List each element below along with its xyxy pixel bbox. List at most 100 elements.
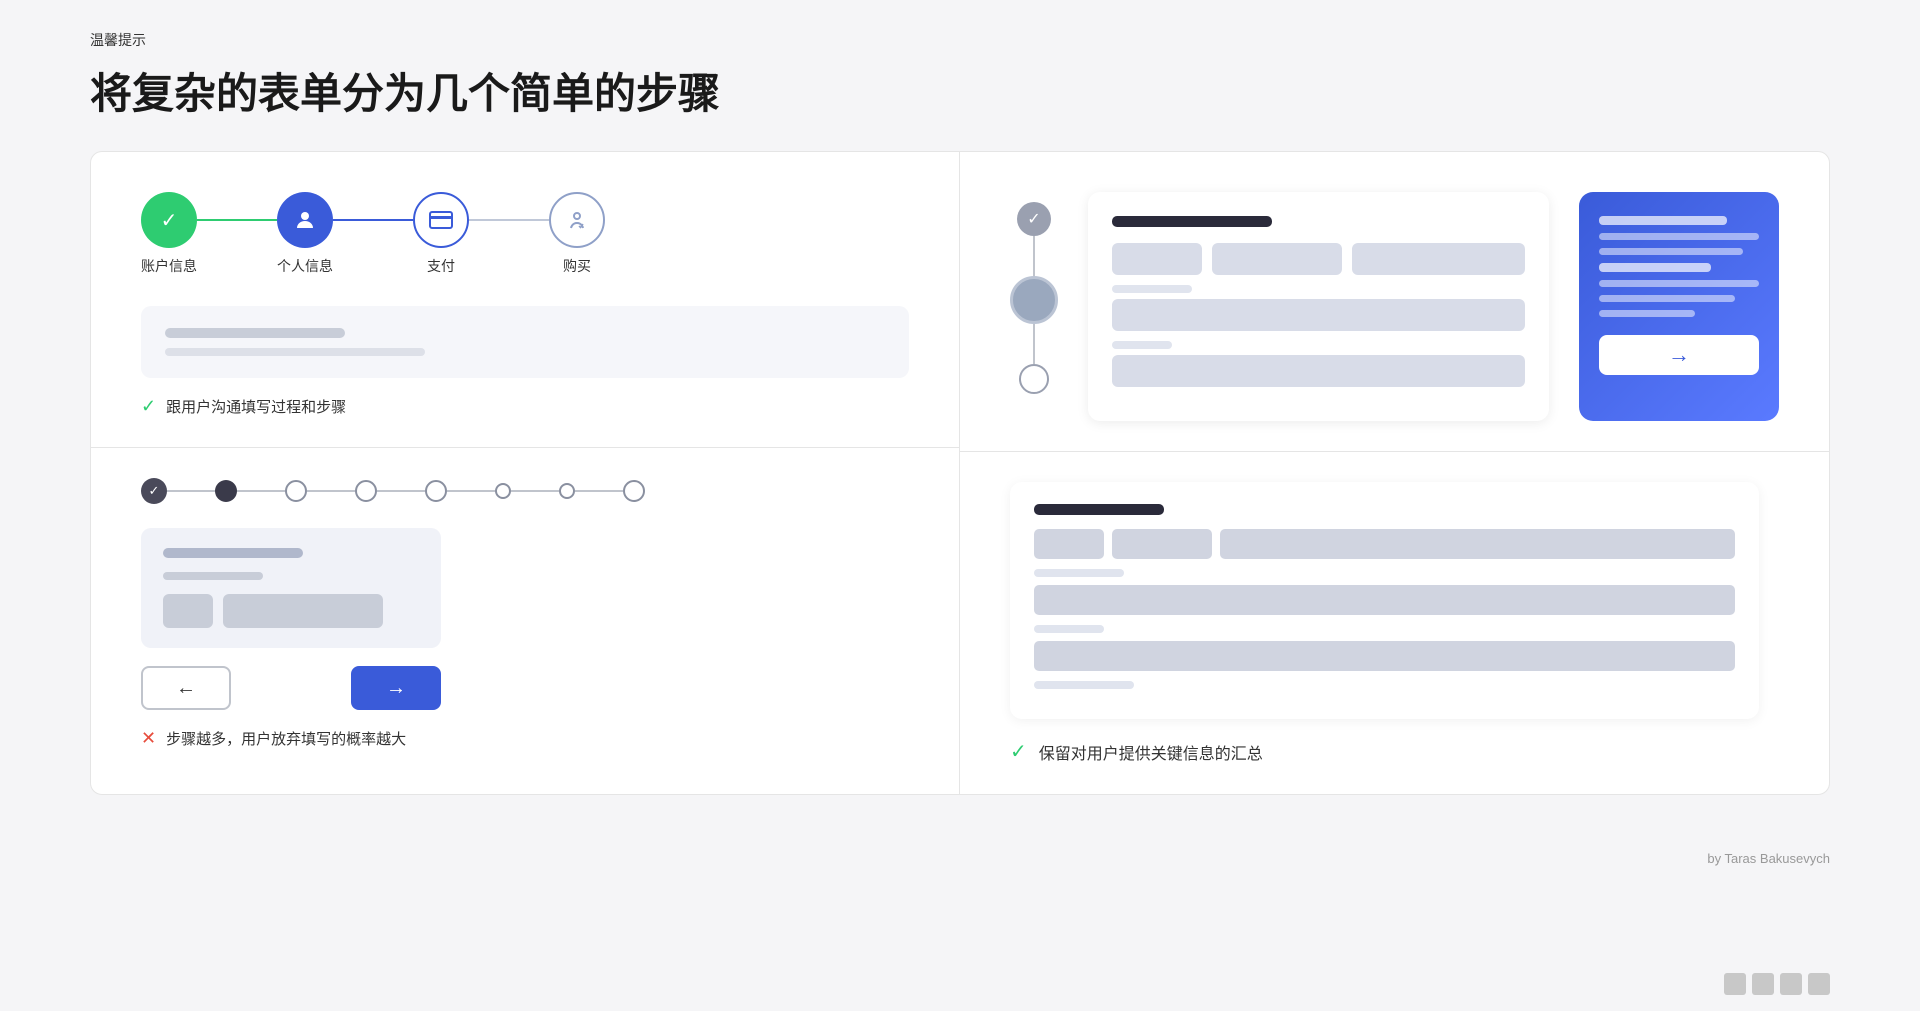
v-step-current [1010,276,1058,324]
good-label: 跟用户沟通填写过程和步骤 [166,396,346,417]
arrow-right-icon: → [386,677,406,700]
bottom-icon-1 [1724,973,1746,995]
dot-line-6 [511,490,559,492]
bottom-icon-4 [1808,973,1830,995]
step-label-account: 账户信息 [141,256,197,276]
vertical-stepper: ✓ [1010,192,1058,421]
fc-field-sm-1 [1112,243,1202,275]
step-label-payment: 支付 [427,256,455,276]
dot-line-5 [447,490,495,492]
step-item-2: 个人信息 [277,192,333,276]
good-check-row: ✓ 跟用户沟通填写过程和步骤 [141,396,909,417]
fc-sub-1 [1112,285,1192,293]
step-circle-account: ✓ [141,192,197,248]
bc-line-5 [1599,280,1759,287]
step-circle-personal [277,192,333,248]
footer-text: by Taras Bakusevych [1707,851,1830,866]
dot-stepper: ✓ [141,478,909,504]
fc-row-1 [1112,243,1525,275]
left-panel: ✓ 账户信息 个人信息 [91,152,960,794]
form-sub-bar [165,348,425,356]
bottom-icons [1724,973,1830,995]
footer: by Taras Bakusevych [0,835,1920,882]
right-bottom-card [1010,482,1759,719]
blue-summary-card: → [1579,192,1779,421]
step-item-1: ✓ 账户信息 [141,192,197,276]
bc-line-7 [1599,310,1695,317]
fc-field-lg-1 [1352,243,1525,275]
rb-title [1034,504,1164,515]
right-form-card [1088,192,1549,421]
v-line-1 [1033,236,1035,276]
mini-btn-left [163,594,213,628]
step-progress: ✓ 账户信息 个人信息 [141,192,909,276]
v-step-check: ✓ [1017,202,1051,236]
fc-full-2 [1112,355,1525,387]
rb-row-1 [1034,529,1735,559]
step-label-buy: 购买 [563,256,591,276]
dot-check: ✓ [141,478,167,504]
dot-line-3 [307,490,355,492]
step-line-2 [333,219,413,221]
bc-line-2 [1599,233,1759,240]
bc-line-1 [1599,216,1727,225]
fc-title-1 [1112,216,1272,227]
nav-buttons: ← → [141,666,441,710]
rb-full-2 [1034,641,1735,671]
rb-narrow-1 [1034,569,1124,577]
dot-small-2 [559,483,575,499]
form-mockup-good [141,306,909,378]
dot-line-1 [167,490,215,492]
bc-line-4 [1599,263,1711,272]
rb-full-1 [1034,585,1735,615]
right-good-label: 保留对用户提供关键信息的汇总 [1039,740,1263,764]
step-line-3 [469,219,549,221]
main-grid: ✓ 账户信息 个人信息 [90,151,1830,795]
mini-btn-right [223,594,383,628]
rb-box-1 [1034,529,1104,559]
bc-line-3 [1599,248,1743,255]
next-button[interactable]: → [351,666,441,710]
form-title-bar [165,328,345,338]
bottom-icon-3 [1780,973,1802,995]
blue-card-btn[interactable]: → [1599,335,1759,375]
right-top-section: ✓ [960,152,1829,452]
bc-line-6 [1599,295,1735,302]
fc-field-sm-2 [1212,243,1342,275]
mini-form-sub [163,572,263,580]
dot-line-2 [237,490,285,492]
dot-outline-1 [285,480,307,502]
mini-form-title [163,548,303,558]
cross-icon-bad: ✕ [141,728,156,749]
step-circle-buy [549,192,605,248]
check-icon-right: ✓ [1010,739,1027,764]
step-item-3: 支付 [413,192,469,276]
prev-button[interactable]: ← [141,666,231,710]
dot-line-4 [377,490,425,492]
fc-full-1 [1112,299,1525,331]
v-step-next [1019,364,1049,394]
dot-filled [215,480,237,502]
bad-cross-row: ✕ 步骤越多，用户放弃填写的概率越大 [141,728,909,749]
dot-outline-2 [355,480,377,502]
dot-outline-3 [425,480,447,502]
fc-sub-2 [1112,341,1172,349]
step-item-4: 购买 [549,192,605,276]
step-label-personal: 个人信息 [277,256,333,276]
step-circle-payment [413,192,469,248]
left-bottom-section: ✓ [91,448,959,794]
dot-small-1 [495,483,511,499]
rb-box-3 [1220,529,1735,559]
arrow-left-icon: ← [176,677,196,700]
hint-label: 温馨提示 [90,30,1830,50]
right-bottom-section: ✓ 保留对用户提供关键信息的汇总 [960,452,1829,794]
dot-outline-4 [623,480,645,502]
check-icon-good: ✓ [141,396,156,417]
page-title: 将复杂的表单分为几个简单的步骤 [90,60,1830,121]
bottom-icon-2 [1752,973,1774,995]
bad-label: 步骤越多，用户放弃填写的概率越大 [166,728,406,749]
right-check-row: ✓ 保留对用户提供关键信息的汇总 [1010,719,1779,764]
rb-narrow-3 [1034,681,1134,689]
rb-narrow-2 [1034,625,1104,633]
mini-form-buttons [163,594,419,628]
